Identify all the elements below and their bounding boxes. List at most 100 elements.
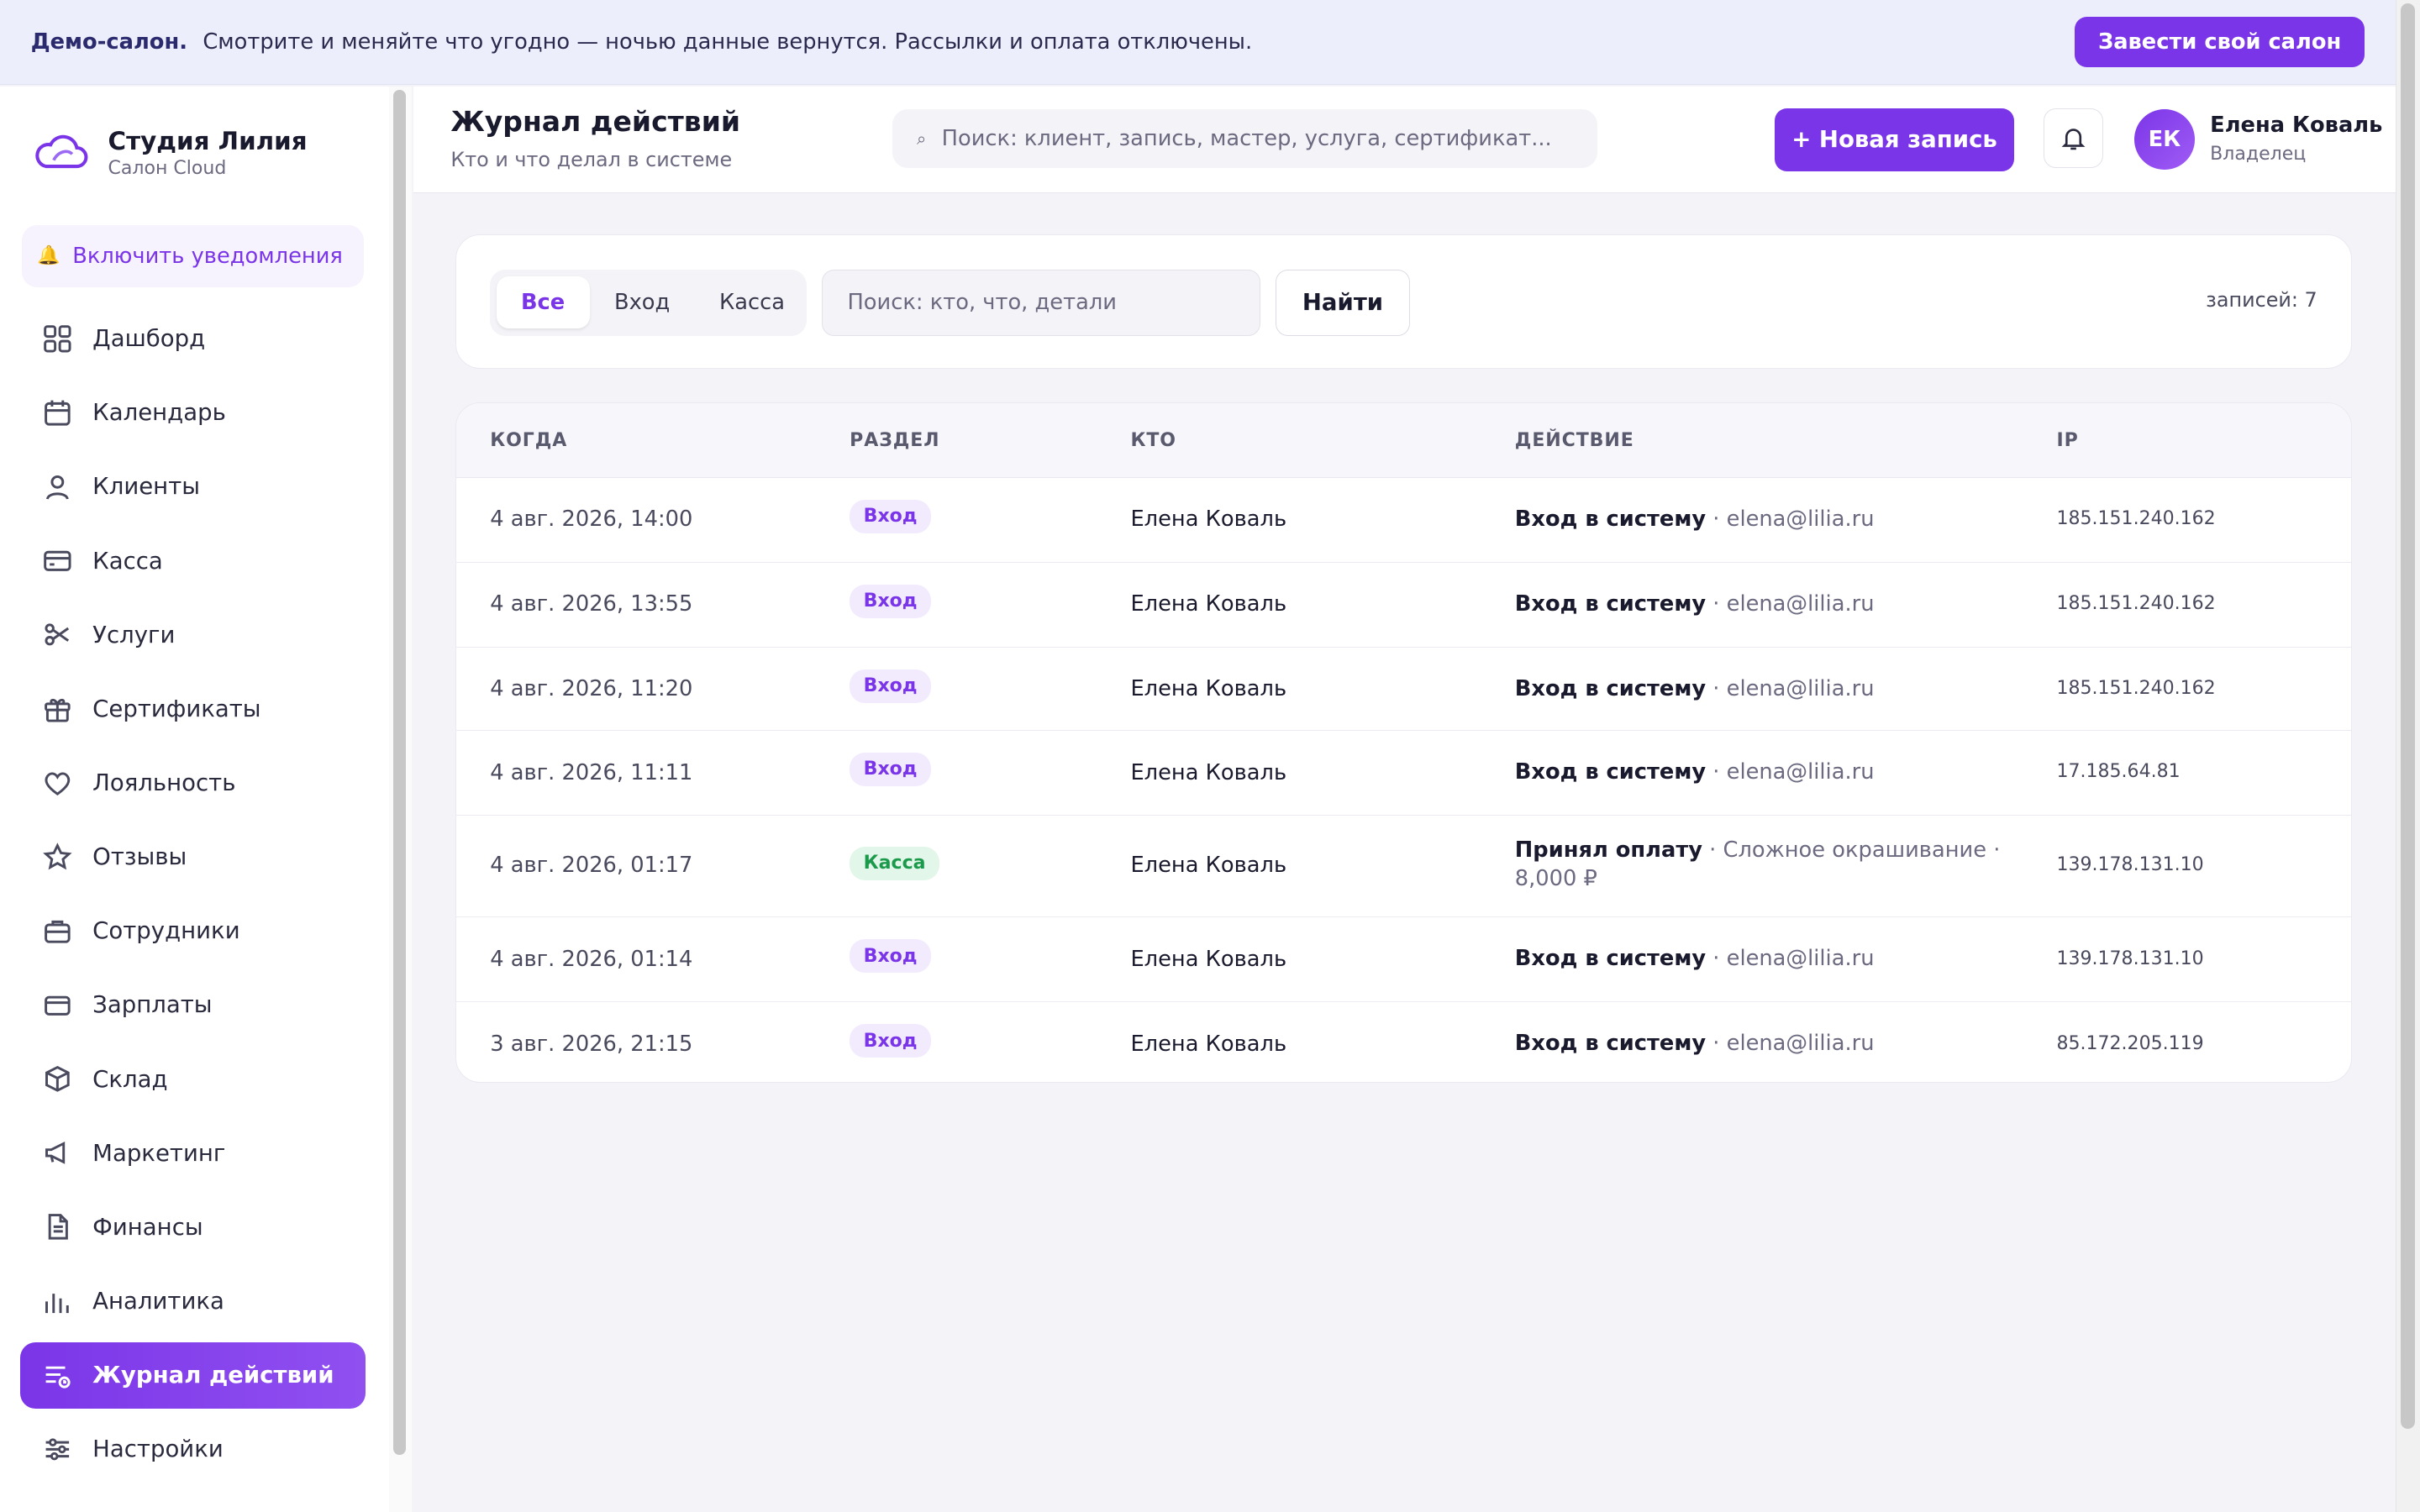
- cloud-logo-icon: [35, 135, 88, 169]
- avatar[interactable]: ЕК: [2134, 109, 2195, 171]
- section-tabs: Все Вход Касса: [490, 269, 810, 336]
- action-details: elena@lilia.ru: [1726, 759, 1875, 785]
- sidebar-item-label: Настройки: [92, 1436, 224, 1463]
- enable-notifications-label: Включить уведомления: [72, 243, 343, 269]
- sidebar-item-label: Зарплаты: [92, 991, 213, 1019]
- cell-when: 4 авг. 2026, 11:11: [490, 759, 693, 785]
- sidebar-item-label: Аналитика: [92, 1287, 224, 1315]
- cell-ip: 17.185.64.81: [2056, 761, 2181, 783]
- column-header-action[interactable]: ДЕЙСТВИЕ: [1515, 430, 1634, 451]
- section-badge: Вход: [850, 499, 932, 533]
- sidebar-item-reviews[interactable]: Отзывы: [20, 824, 366, 890]
- cell-who: Елена Коваль: [1130, 676, 1287, 702]
- action-details: elena@lilia.ru: [1726, 946, 1875, 972]
- sidebar-item-label: Журнал действий: [92, 1362, 334, 1389]
- cell-who: Елена Коваль: [1130, 1031, 1287, 1057]
- brand[interactable]: Студия Лилия Салон Cloud: [34, 126, 308, 179]
- find-button[interactable]: Найти: [1276, 269, 1410, 336]
- new-appointment-button[interactable]: + Новая запись: [1775, 108, 2014, 171]
- cell-who: Елена Коваль: [1130, 507, 1287, 533]
- cell-action: Вход в систему · elena@lilia.ru: [1514, 759, 1875, 785]
- cell-when: 4 авг. 2026, 01:17: [490, 852, 693, 878]
- section-badge: Вход: [850, 669, 932, 703]
- cell-action: Вход в систему · elena@lilia.ru: [1514, 591, 1875, 617]
- sidebar-item-cash[interactable]: Касса: [20, 528, 366, 594]
- table-row[interactable]: 3 авг. 2026, 21:15 Вход Елена Коваль Вхо…: [456, 1002, 2351, 1082]
- tab-all[interactable]: Все: [496, 276, 590, 329]
- sidebar-item-certificates[interactable]: Сертификаты: [20, 675, 366, 742]
- document-icon: [48, 1214, 68, 1241]
- notifications-button[interactable]: [2043, 108, 2104, 169]
- sidebar-scrollbar[interactable]: [388, 86, 413, 1512]
- sidebar-item-loyalty[interactable]: Лояльность: [20, 749, 366, 816]
- column-header-who[interactable]: КТО: [1130, 430, 1176, 451]
- filters-card: Все Вход Касса Поиск: кто, что, детали Н…: [455, 234, 2353, 369]
- cell-who: Елена Коваль: [1130, 946, 1287, 972]
- user-name[interactable]: Елена Коваль: [2210, 113, 2382, 138]
- table-row[interactable]: 4 авг. 2026, 11:11 Вход Елена Коваль Вхо…: [455, 731, 2352, 816]
- gift-icon: [44, 699, 71, 722]
- log-search-input[interactable]: Поиск: кто, что, детали: [822, 269, 1260, 336]
- enable-notifications-button[interactable]: 🔔 Включить уведомления: [21, 225, 365, 287]
- sidebar-item-label: Дашборд: [92, 325, 206, 353]
- bar-chart-icon: [45, 1293, 69, 1313]
- action-title: Вход в систему: [1514, 759, 1707, 785]
- sidebar-item-services[interactable]: Услуги: [20, 601, 366, 668]
- table-row[interactable]: 4 авг. 2026, 14:00 Вход Елена Коваль Вхо…: [455, 478, 2352, 563]
- action-title: Вход в систему: [1514, 675, 1707, 701]
- sidebar-item-activity-log[interactable]: Журнал действий: [19, 1341, 366, 1409]
- sidebar-item-marketing[interactable]: Маркетинг: [20, 1120, 366, 1186]
- cell-who: Елена Коваль: [1130, 759, 1287, 785]
- table-row[interactable]: 4 авг. 2026, 13:55 Вход Елена Коваль Вхо…: [455, 563, 2352, 648]
- column-header-section[interactable]: РАЗДЕЛ: [850, 430, 939, 451]
- column-header-when[interactable]: КОГДА: [490, 430, 567, 451]
- sidebar-item-label: Сотрудники: [92, 917, 240, 945]
- cell-action: Вход в систему · elena@lilia.ru: [1514, 946, 1875, 972]
- cell-ip: 139.178.131.10: [2056, 948, 2204, 969]
- sidebar-item-finance[interactable]: Финансы: [20, 1194, 366, 1260]
- sidebar-item-analytics[interactable]: Аналитика: [20, 1268, 366, 1334]
- sidebar-item-settings[interactable]: Настройки: [20, 1416, 366, 1483]
- log-icon: [45, 1366, 71, 1389]
- create-salon-button[interactable]: Завести свой салон: [2075, 17, 2365, 67]
- table-row[interactable]: 4 авг. 2026, 11:20 Вход Елена Коваль Вхо…: [455, 648, 2352, 731]
- search-icon: ⌕: [916, 128, 927, 149]
- table-row[interactable]: 4 авг. 2026, 01:17 Касса Елена Коваль Пр…: [455, 816, 2352, 917]
- tab-cash[interactable]: Касса: [695, 276, 810, 328]
- sidebar-item-warehouse[interactable]: Склад: [20, 1046, 366, 1112]
- bell-icon: 🔔: [37, 245, 60, 267]
- cell-when: 4 авг. 2026, 11:20: [490, 676, 693, 702]
- sidebar-item-label: Склад: [92, 1065, 168, 1093]
- heart-icon: [45, 772, 70, 795]
- section-badge: Вход: [850, 939, 932, 974]
- sidebar-item-label: Сертификаты: [92, 695, 261, 722]
- log-search-placeholder: Поиск: кто, что, детали: [847, 290, 1117, 316]
- table-row[interactable]: 4 авг. 2026, 01:14 Вход Елена Коваль Вхо…: [455, 917, 2352, 1002]
- sidebar-item-staff[interactable]: Сотрудники: [20, 898, 366, 964]
- sidebar-item-label: Отзывы: [92, 843, 187, 871]
- scissors-icon: [45, 623, 69, 646]
- sidebar-item-label: Календарь: [92, 399, 226, 427]
- global-search-placeholder: Поиск: клиент, запись, мастер, услуга, с…: [941, 126, 1552, 152]
- wallet-icon: [44, 995, 71, 1016]
- card-icon: [43, 550, 71, 572]
- section-badge: Касса: [850, 847, 940, 880]
- page-scrollbar[interactable]: [2395, 0, 2420, 1512]
- cell-ip: 185.151.240.162: [2056, 508, 2216, 530]
- sidebar-item-clients[interactable]: Клиенты: [20, 454, 366, 520]
- column-header-ip[interactable]: IP: [2056, 430, 2078, 451]
- sidebar-item-salaries[interactable]: Зарплаты: [20, 972, 366, 1038]
- brand-name: Студия Лилия: [108, 126, 308, 155]
- cell-who: Елена Коваль: [1130, 591, 1287, 617]
- action-title: Вход в систему: [1514, 1031, 1707, 1057]
- global-search-input[interactable]: ⌕ Поиск: клиент, запись, мастер, услуга,…: [892, 109, 1597, 169]
- tab-login[interactable]: Вход: [590, 276, 695, 328]
- section-badge: Вход: [850, 584, 932, 618]
- sidebar-item-dashboard[interactable]: Дашборд: [20, 306, 366, 372]
- cell-action: Принял оплату · Сложное окрашивание · 8,…: [1514, 837, 2001, 891]
- cell-action: Вход в систему · elena@lilia.ru: [1514, 675, 1875, 701]
- section-badge: Вход: [850, 753, 932, 786]
- sidebar-item-calendar[interactable]: Календарь: [20, 380, 366, 446]
- user-icon: [45, 475, 69, 500]
- calendar-icon: [44, 400, 71, 426]
